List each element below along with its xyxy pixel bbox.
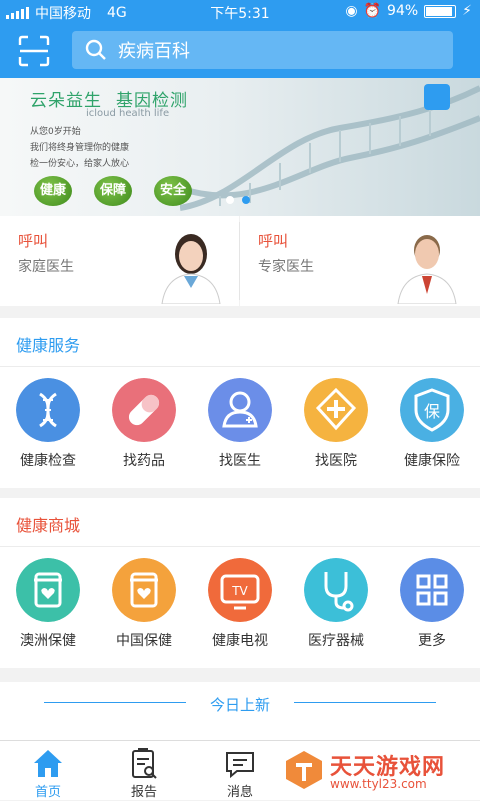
- grid-item-label: 医疗器械: [308, 633, 364, 649]
- grid-item[interactable]: 健康检查: [0, 366, 96, 488]
- doctor-icon: [208, 378, 272, 442]
- battery-percent: 94%: [387, 3, 419, 19]
- tab-label: 消息: [226, 785, 253, 800]
- svg-text:保: 保: [424, 402, 440, 421]
- today-new-bar: 今日上新: [0, 682, 480, 740]
- charging-icon: ⚡: [462, 3, 472, 19]
- banner-pill-health: 健康: [34, 176, 72, 206]
- grid-item[interactable]: 更多: [384, 546, 480, 668]
- call-label: 呼叫: [258, 232, 289, 250]
- hospital-cross-icon: [304, 378, 368, 442]
- message-icon: [226, 752, 254, 779]
- grid-item-label: 健康保险: [404, 453, 460, 469]
- grid-item[interactable]: 找医院: [288, 366, 384, 488]
- watermark: 天天游戏网 www.ttyl23.com: [280, 745, 470, 795]
- tab-label: 报告: [130, 785, 157, 800]
- stethoscope-icon: [304, 558, 368, 622]
- tab-message[interactable]: 消息: [192, 741, 288, 801]
- search-icon: [85, 39, 106, 60]
- banner-line-3: 检一份安心，给家人放心: [30, 159, 130, 169]
- grid-item[interactable]: 找医生: [192, 366, 288, 488]
- grid-item-label: 找药品: [123, 453, 165, 469]
- today-new-title: 今日上新: [209, 696, 270, 714]
- watermark-url: www.ttyl23.com: [330, 777, 427, 791]
- banner-line-2: 我们将终身管理你的健康: [30, 143, 130, 153]
- tab-report[interactable]: 报告: [96, 741, 192, 801]
- grid-item[interactable]: 医疗器械: [288, 546, 384, 668]
- svg-text:TV: TV: [231, 584, 248, 598]
- grid-item-label: 健康电视: [212, 633, 268, 649]
- grid-item[interactable]: TV 健康电视: [192, 546, 288, 668]
- banner-pill-security: 保障: [94, 176, 132, 206]
- male-doctor-avatar: [397, 235, 457, 304]
- battery-icon: [424, 4, 457, 18]
- grid-item-label: 澳洲保健: [20, 633, 76, 649]
- supplement-jar-icon: [112, 558, 176, 622]
- grid-item[interactable]: 找药品: [96, 366, 192, 488]
- grid-item-label: 更多: [418, 633, 446, 649]
- status-bar: 中国移动 4G 下午5:31 ◉ ⏰ 94% ⚡: [0, 0, 480, 24]
- headset-icon: ◉: [345, 3, 358, 19]
- carousel-dots: [226, 196, 250, 204]
- brand-logo-icon: [424, 84, 450, 110]
- report-icon: [132, 748, 157, 779]
- banner-english: icloud health life: [86, 108, 170, 119]
- search-input[interactable]: 疾病百科: [72, 31, 453, 69]
- tab-label: 首页: [34, 785, 61, 800]
- call-expert-doctor[interactable]: 呼叫 专家医生: [240, 216, 480, 306]
- grid-item[interactable]: 保健康保险: [384, 366, 480, 488]
- pill-icon: [112, 378, 176, 442]
- grid-item[interactable]: 中国保健: [96, 546, 192, 668]
- scan-icon[interactable]: [18, 35, 50, 67]
- top-header: 疾病百科: [0, 24, 480, 78]
- watermark-logo-icon: [286, 751, 322, 789]
- call-family-doctor[interactable]: 呼叫 家庭医生: [0, 216, 239, 306]
- section-title: 健康商城: [16, 516, 81, 535]
- grid-item[interactable]: 澳洲保健: [0, 546, 96, 668]
- call-sub: 专家医生: [258, 259, 314, 275]
- health-services-section: 健康服务 健康检查 找药品 找医生 找医院 保健康保险: [0, 318, 480, 488]
- health-mall-section: 健康商城 澳洲保健 中国保健 TV 健康电视 医疗器械 更多: [0, 498, 480, 668]
- call-sub: 家庭医生: [18, 259, 74, 275]
- grid-item-label: 找医院: [315, 453, 357, 469]
- tab-home[interactable]: 首页: [0, 741, 96, 801]
- supplement-jar-icon: [16, 558, 80, 622]
- grid-icon: [400, 558, 464, 622]
- banner-line-1: 从您0岁开始: [30, 127, 81, 137]
- call-label: 呼叫: [18, 232, 49, 250]
- banner-pill-safety: 安全: [154, 176, 192, 206]
- home-icon: [34, 750, 62, 777]
- search-placeholder: 疾病百科: [118, 41, 190, 62]
- female-doctor-avatar: [161, 234, 221, 304]
- grid-item-label: 中国保健: [116, 633, 172, 649]
- section-title: 健康服务: [16, 336, 81, 355]
- dna-icon: [16, 378, 80, 442]
- alarm-icon: ⏰: [363, 3, 382, 19]
- tv-icon: TV: [208, 558, 272, 622]
- grid-item-label: 健康检查: [20, 453, 76, 469]
- grid-item-label: 找医生: [219, 453, 261, 469]
- shield-icon: 保: [400, 378, 464, 442]
